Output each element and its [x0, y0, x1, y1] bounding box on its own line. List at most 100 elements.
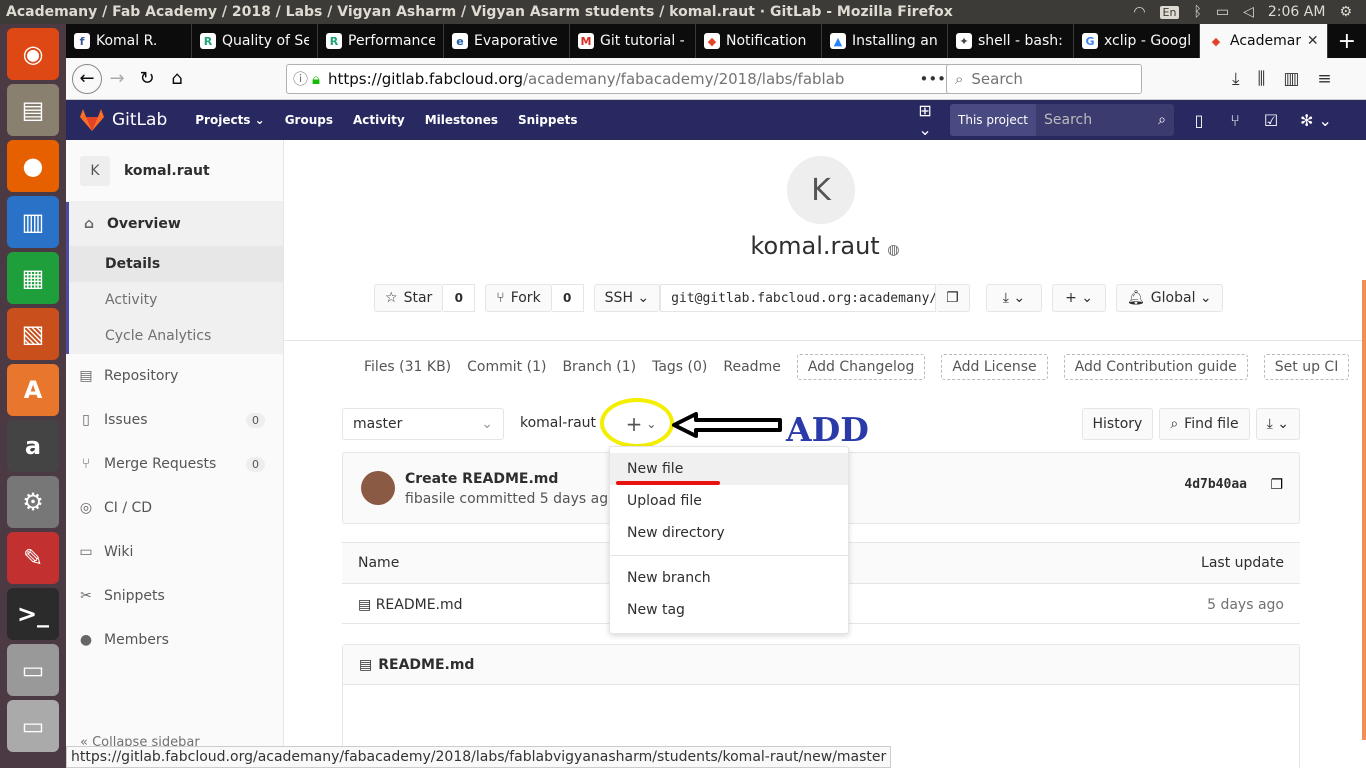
clock[interactable]: 2:06 AM [1268, 4, 1326, 20]
url-bar[interactable]: ⓘ 🔒︎ https://gitlab.fabcloud.org /academ… [286, 63, 1002, 94]
menu-item-new-directory[interactable]: New directory [610, 517, 848, 549]
ubuntu-icon[interactable]: ◉ [7, 28, 59, 80]
menu-item-new-file[interactable]: New file [610, 453, 848, 485]
commit-sha[interactable]: 4d7b40aa [1184, 477, 1247, 492]
menu-item-new-branch[interactable]: New branch [610, 562, 848, 594]
menu-icon[interactable]: ≡ [1317, 69, 1331, 89]
gitlab-nav-item[interactable]: Groups [285, 113, 333, 127]
find-file-button[interactable]: ⌕ Find file [1159, 408, 1250, 440]
quick-action-button[interactable]: Add Changelog [796, 354, 926, 380]
todo-check-icon[interactable]: ☑ [1260, 111, 1282, 130]
gitlab-nav-item[interactable]: Activity [353, 113, 405, 127]
software-center-icon[interactable]: A [7, 364, 59, 416]
sidebar-subitem[interactable]: Details [69, 246, 283, 282]
quick-action-button[interactable]: Add Contribution guide [1063, 354, 1248, 380]
library-icon[interactable]: ⫼ [1258, 69, 1266, 89]
sidebar-subitem[interactable]: Cycle Analytics [69, 318, 283, 354]
menu-item-upload-file[interactable]: Upload file [610, 485, 848, 517]
power-icon[interactable]: ⚙ [1339, 4, 1352, 20]
file-name-cell[interactable]: ▤ README.md [358, 597, 463, 613]
notification-dropdown[interactable]: 🔔︎ Global ⌄ [1116, 284, 1223, 312]
fork-button[interactable]: ⑂ Fork [485, 284, 552, 312]
stat-link[interactable]: Files (31 KB) [364, 359, 451, 375]
terminal-icon[interactable]: >_ [7, 588, 59, 640]
tab-active[interactable]: ◆ Academar ✕ [1200, 24, 1328, 58]
keyboard-layout[interactable]: En [1159, 5, 1180, 19]
sidebar-item-snippets[interactable]: ✂ Snippets [66, 574, 283, 618]
search-scope[interactable]: This project [950, 104, 1036, 136]
page-actions-icon[interactable]: ••• [919, 70, 946, 88]
close-tab-icon[interactable]: ✕ [1307, 33, 1319, 49]
download-dropdown[interactable]: ⤓ ⌄ [985, 284, 1043, 312]
gitlab-search-input[interactable]: Search ⌕ [1036, 104, 1174, 136]
document-viewer-icon[interactable]: ✎ [7, 532, 59, 584]
new-tab-button[interactable]: + [1328, 24, 1366, 58]
home-button[interactable]: ⌂ [162, 64, 192, 94]
sidebar-item-wiki[interactable]: ▭ Wiki [66, 530, 283, 574]
impress-icon[interactable]: ▧ [7, 308, 59, 360]
sidebar-item-overview[interactable]: ⌂ Overview [69, 202, 283, 246]
gitlab-nav-item[interactable]: Snippets [518, 113, 578, 127]
history-button[interactable]: History [1081, 408, 1154, 440]
wifi-icon[interactable]: ◠ [1133, 4, 1145, 20]
sidebar-item-members[interactable]: ● Members [66, 618, 283, 662]
tab[interactable]: ✦ shell - bash: [948, 24, 1074, 58]
tab[interactable]: ▲ Installing an [822, 24, 948, 58]
stat-link[interactable]: Tags (0) [652, 359, 707, 375]
tab[interactable]: ◆ Notification [696, 24, 822, 58]
files-icon[interactable]: ▤ [7, 84, 59, 136]
sidebar-item-ci-cd[interactable]: ◎ CI / CD [66, 486, 283, 530]
amazon-icon[interactable]: a [7, 420, 59, 472]
download-dropdown[interactable]: ⤓ ⌄ [1255, 408, 1300, 440]
sidebar-project-header[interactable]: K komal.raut [66, 140, 283, 202]
add-to-tree-button[interactable]: + ⌄ [616, 408, 666, 440]
sidebar-toggle-icon[interactable]: ▥ [1283, 69, 1299, 89]
add-dropdown[interactable]: + ⌄ [1052, 284, 1107, 312]
battery-icon[interactable]: ▭ [1216, 4, 1229, 20]
breadcrumb[interactable]: komal-raut / [520, 415, 605, 431]
settings-icon[interactable]: ⚙ [7, 476, 59, 528]
bluetooth-icon[interactable]: ᛒ [1193, 4, 1201, 20]
stat-link[interactable]: Branch (1) [562, 359, 636, 375]
download-icon[interactable]: ⤓ [1232, 69, 1240, 89]
quick-action-button[interactable]: Add License [941, 354, 1048, 380]
tab[interactable]: f Komal R. [66, 24, 192, 58]
merge-request-icon[interactable]: ⑂ [1224, 111, 1246, 130]
gitlab-logo[interactable]: GitLab [80, 109, 167, 131]
volume-icon[interactable]: ◁ [1243, 4, 1254, 20]
clone-url-input[interactable]: git@gitlab.fabcloud.org:academany/fabaca… [660, 284, 937, 312]
reload-button[interactable]: ↻ [132, 64, 162, 94]
commit-title[interactable]: Create README.md [405, 471, 558, 487]
avatar[interactable] [361, 471, 395, 505]
stat-link[interactable]: Readme [723, 359, 780, 375]
branch-selector[interactable]: master ⌄ [342, 408, 504, 440]
star-button[interactable]: ☆ Star [374, 284, 444, 312]
drive2-icon[interactable]: ▭ [7, 700, 59, 752]
sidebar-panel-icon[interactable]: ▯ [1188, 111, 1210, 130]
star-count[interactable]: 0 [443, 284, 476, 312]
tab[interactable]: Gxclip - Googl [1074, 24, 1200, 58]
sidebar-item-issues[interactable]: ▯ Issues 0 [66, 398, 283, 442]
new-plus-icon[interactable]: ⊞ ⌄ [914, 101, 936, 139]
stat-link[interactable]: Commit (1) [467, 359, 546, 375]
gitlab-nav-item[interactable]: Milestones [425, 113, 498, 127]
menu-item-new-tag[interactable]: New tag [610, 594, 848, 626]
drive-icon[interactable]: ▭ [7, 644, 59, 696]
user-avatar-icon[interactable]: ✻ ⌄ [1296, 111, 1336, 130]
writer-icon[interactable]: ▥ [7, 196, 59, 248]
tab[interactable]: e Evaporative [444, 24, 570, 58]
tab[interactable]: R Performance [318, 24, 444, 58]
gitlab-nav-item[interactable]: Projects ⌄ [195, 113, 264, 127]
browser-search-box[interactable]: ⌕ Search [946, 63, 1142, 94]
copy-icon[interactable]: ❐ [1270, 477, 1283, 493]
quick-action-button[interactable]: Set up CI [1263, 354, 1350, 380]
tab[interactable]: M Git tutorial - [570, 24, 696, 58]
tab[interactable]: R Quality of Se [192, 24, 318, 58]
copy-url-button[interactable]: ❐ [936, 284, 970, 312]
firefox-icon[interactable]: ● [7, 140, 59, 192]
info-icon[interactable]: ⓘ [293, 68, 308, 89]
back-button[interactable]: ← [72, 63, 102, 94]
fork-count[interactable]: 0 [551, 284, 584, 312]
gitlab-search[interactable]: This project Search ⌕ [950, 104, 1174, 136]
sidebar-item-merge-requests[interactable]: ⑂ Merge Requests 0 [66, 442, 283, 486]
